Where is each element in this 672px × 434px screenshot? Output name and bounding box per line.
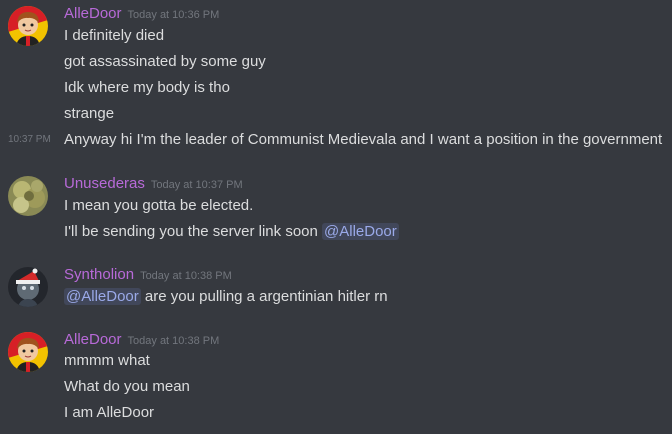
message-text: I mean you gotta be elected.	[64, 197, 254, 214]
message-header: Unusederas Today at 10:37 PM	[64, 174, 243, 194]
message-text: Anyway hi I'm the leader of Communist Me…	[64, 131, 663, 148]
username[interactable]: Syntholion	[64, 266, 134, 283]
username[interactable]: AlleDoor	[64, 5, 122, 22]
chat-messages: AlleDoor Today at 10:36 PM I definitely d…	[0, 0, 672, 434]
username[interactable]: AlleDoor	[64, 331, 122, 348]
message-text-part: are you pulling a argentinian hitler rn	[140, 288, 388, 305]
message-text: got assassinated by some guy	[64, 53, 266, 70]
message-text: Idk where my body is tho	[64, 79, 230, 96]
user-mention[interactable]: @AlleDoor	[322, 223, 399, 240]
user-mention[interactable]: @AlleDoor	[64, 288, 141, 305]
alledoor-avatar[interactable]	[8, 332, 48, 372]
message-group: Unusederas Today at 10:37 PM I mean you g…	[0, 174, 672, 244]
syntholion-avatar[interactable]	[8, 267, 48, 307]
message-header: Syntholion Today at 10:38 PM	[64, 265, 232, 285]
message-header: AlleDoor Today at 10:36 PM	[64, 4, 219, 24]
message-text: mmmm what	[64, 352, 150, 369]
timestamp: Today at 10:37 PM	[150, 179, 243, 191]
timestamp: Today at 10:38 PM	[140, 270, 232, 282]
message-header: AlleDoor Today at 10:38 PM	[64, 330, 219, 350]
username[interactable]: Unusederas	[64, 175, 145, 192]
message-text: @AlleDoor are you pulling a argentinian …	[64, 286, 388, 308]
message-text: I definitely died	[64, 27, 165, 44]
alledoor-avatar[interactable]	[8, 6, 48, 46]
message-text: What do you mean	[64, 378, 190, 395]
message-group: AlleDoor Today at 10:38 PM mmmm what What…	[0, 330, 672, 430]
unusederas-avatar[interactable]	[8, 176, 48, 216]
message-text: I am AlleDoor	[64, 404, 155, 421]
timestamp: Today at 10:38 PM	[127, 335, 220, 347]
message-text: I'll be sending you the server link soon…	[64, 221, 399, 243]
message-text: strange	[64, 105, 115, 122]
message-group: Syntholion Today at 10:38 PM @AlleDoor ar…	[0, 265, 672, 309]
side-timestamp: 10:37 PM	[8, 134, 51, 145]
message-text-part: I'll be sending you the server link soon	[64, 223, 323, 240]
timestamp: Today at 10:36 PM	[127, 9, 220, 21]
message-group: AlleDoor Today at 10:36 PM I definitely d…	[0, 4, 672, 154]
